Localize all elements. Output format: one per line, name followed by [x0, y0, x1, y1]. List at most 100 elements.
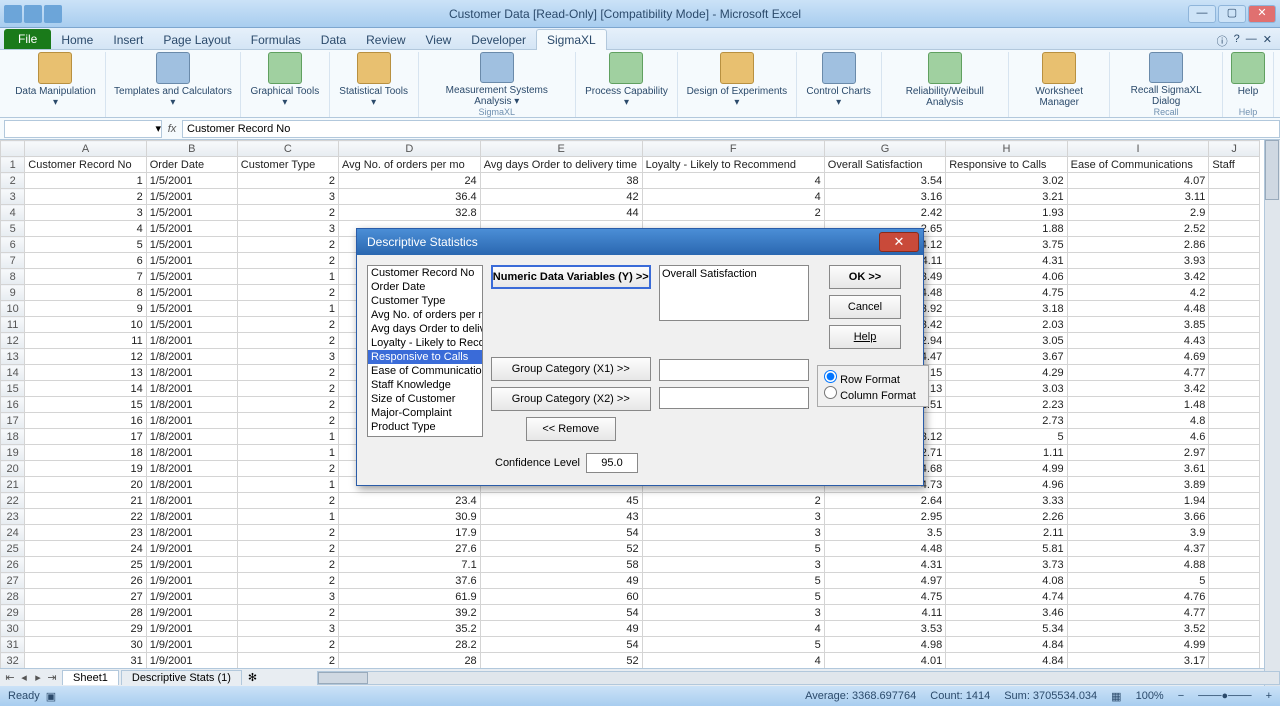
- header-cell[interactable]: Loyalty - Likely to Recommend: [642, 157, 824, 173]
- tab-sigmaxl[interactable]: SigmaXL: [536, 29, 607, 50]
- cell[interactable]: 3.66: [1067, 509, 1209, 525]
- cell[interactable]: 4: [642, 653, 824, 669]
- cell[interactable]: 17.9: [339, 525, 481, 541]
- cell[interactable]: 29: [25, 621, 146, 637]
- sheet-tab[interactable]: Descriptive Stats (1): [121, 670, 242, 685]
- list-item[interactable]: Product Type: [368, 420, 482, 434]
- cell[interactable]: 2: [237, 237, 338, 253]
- row-header[interactable]: 8: [1, 269, 25, 285]
- cell[interactable]: 4.97: [824, 573, 945, 589]
- cell[interactable]: 1.93: [946, 205, 1067, 221]
- ribbon-icon[interactable]: [1042, 52, 1076, 84]
- minimize-button[interactable]: —: [1188, 5, 1216, 23]
- ribbon-icon[interactable]: [156, 52, 190, 84]
- cell[interactable]: 2.95: [824, 509, 945, 525]
- save-icon[interactable]: [24, 5, 42, 23]
- cell[interactable]: 2: [237, 253, 338, 269]
- header-cell[interactable]: Ease of Communications: [1067, 157, 1209, 173]
- col-header[interactable]: H: [946, 141, 1067, 157]
- cell[interactable]: 4.75: [946, 285, 1067, 301]
- cell[interactable]: 35.2: [339, 621, 481, 637]
- view-normal-icon[interactable]: ▦: [1111, 690, 1121, 703]
- header-cell[interactable]: Avg No. of orders per mo: [339, 157, 481, 173]
- cell[interactable]: 1: [237, 509, 338, 525]
- row-header[interactable]: 3: [1, 189, 25, 205]
- tab-developer[interactable]: Developer: [461, 30, 536, 50]
- cell[interactable]: 3.02: [946, 173, 1067, 189]
- cell[interactable]: 3.42: [1067, 381, 1209, 397]
- cell[interactable]: 3.21: [946, 189, 1067, 205]
- cell[interactable]: 2.42: [824, 205, 945, 221]
- cell[interactable]: 3.85: [1067, 317, 1209, 333]
- cell[interactable]: 37.6: [339, 573, 481, 589]
- name-box[interactable]: ▾: [4, 120, 162, 138]
- cell[interactable]: 4.84: [946, 653, 1067, 669]
- row-header[interactable]: 24: [1, 525, 25, 541]
- cell[interactable]: [1209, 637, 1260, 653]
- cell[interactable]: 1/8/2001: [146, 397, 237, 413]
- cell[interactable]: 1/5/2001: [146, 189, 237, 205]
- cell[interactable]: 8: [25, 285, 146, 301]
- cell[interactable]: 2: [237, 381, 338, 397]
- ribbon-icon[interactable]: [1231, 52, 1265, 84]
- cell[interactable]: 52: [480, 653, 642, 669]
- header-cell[interactable]: Staff: [1209, 157, 1260, 173]
- ribbon-label[interactable]: Statistical Tools ▾: [338, 86, 410, 108]
- row-header[interactable]: 22: [1, 493, 25, 509]
- col-header[interactable]: A: [25, 141, 146, 157]
- cell[interactable]: 44: [480, 205, 642, 221]
- ribbon-label[interactable]: Data Manipulation ▾: [14, 86, 97, 108]
- cell[interactable]: 4.76: [1067, 589, 1209, 605]
- cell[interactable]: 4: [642, 189, 824, 205]
- cell[interactable]: 2: [237, 205, 338, 221]
- cell[interactable]: 3.93: [1067, 253, 1209, 269]
- maximize-button[interactable]: ▢: [1218, 5, 1246, 23]
- cell[interactable]: 2: [237, 541, 338, 557]
- cell[interactable]: 3.73: [946, 557, 1067, 573]
- cell[interactable]: 28.2: [339, 637, 481, 653]
- cell[interactable]: [1209, 253, 1260, 269]
- cell[interactable]: [1209, 509, 1260, 525]
- cell[interactable]: 15: [25, 397, 146, 413]
- cell[interactable]: 5: [642, 589, 824, 605]
- cell[interactable]: 1: [25, 173, 146, 189]
- cell[interactable]: 1/5/2001: [146, 205, 237, 221]
- cell[interactable]: 4.06: [946, 269, 1067, 285]
- cell[interactable]: 2: [642, 493, 824, 509]
- row-header[interactable]: 32: [1, 653, 25, 669]
- list-item[interactable]: Sat-Discrete: [368, 434, 482, 437]
- cell[interactable]: 6: [25, 253, 146, 269]
- cell[interactable]: 17: [25, 429, 146, 445]
- cell[interactable]: 4.88: [1067, 557, 1209, 573]
- cell[interactable]: 1/8/2001: [146, 333, 237, 349]
- cell[interactable]: 4.96: [946, 477, 1067, 493]
- cell[interactable]: 7: [25, 269, 146, 285]
- x2-selection-box[interactable]: [659, 387, 809, 409]
- cell[interactable]: 4.01: [824, 653, 945, 669]
- cell[interactable]: 2.64: [824, 493, 945, 509]
- cell[interactable]: 2: [237, 413, 338, 429]
- row-header[interactable]: 25: [1, 541, 25, 557]
- dialog-titlebar[interactable]: Descriptive Statistics ✕: [357, 229, 923, 255]
- cell[interactable]: 2.26: [946, 509, 1067, 525]
- ribbon-label[interactable]: Help: [1238, 86, 1259, 97]
- cell[interactable]: 12: [25, 349, 146, 365]
- row-header[interactable]: 28: [1, 589, 25, 605]
- cell[interactable]: 3: [642, 525, 824, 541]
- cell[interactable]: 4.29: [946, 365, 1067, 381]
- ribbon-icon[interactable]: [1149, 52, 1183, 83]
- ribbon-min-icon[interactable]: —: [1246, 33, 1257, 49]
- tab-data[interactable]: Data: [311, 30, 356, 50]
- cell[interactable]: 28: [339, 653, 481, 669]
- remove-button[interactable]: << Remove: [526, 417, 616, 441]
- cell[interactable]: 9: [25, 301, 146, 317]
- horizontal-scrollbar[interactable]: [317, 671, 1280, 685]
- cell[interactable]: 2.73: [946, 413, 1067, 429]
- tab-nav-next-icon[interactable]: ▸: [32, 671, 44, 684]
- cell[interactable]: 36.4: [339, 189, 481, 205]
- cell[interactable]: 3.17: [1067, 653, 1209, 669]
- cell[interactable]: 1: [237, 445, 338, 461]
- list-item[interactable]: Customer Record No: [368, 266, 482, 280]
- cell[interactable]: 3: [642, 509, 824, 525]
- list-item[interactable]: Order Date: [368, 280, 482, 294]
